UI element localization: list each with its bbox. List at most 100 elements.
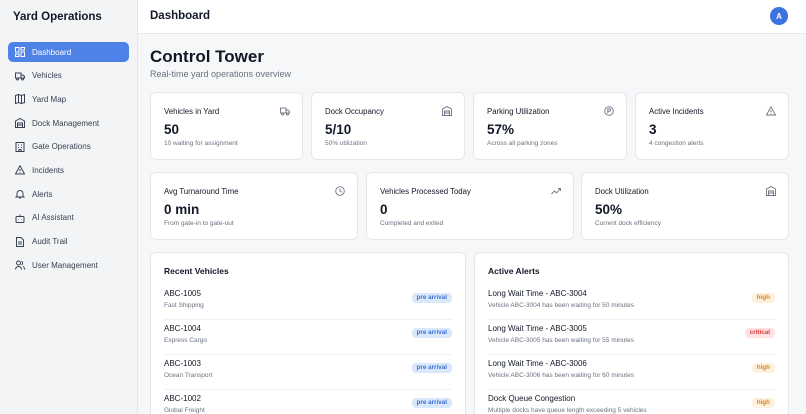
stat-value: 0 min: [164, 202, 200, 217]
truck-icon: [280, 107, 290, 116]
stat-value: 3: [649, 122, 657, 137]
recent-vehicles-list: ABC-1005 Fast Shipping pre arrival ABC-1…: [164, 285, 452, 414]
vehicle-id: ABC-1002: [164, 394, 201, 403]
status-badge: pre arrival: [411, 293, 452, 303]
alert-title: Long Wait Time - ABC-3004: [488, 289, 587, 298]
stat-card-avg-turnaround: Avg Turnaround Time 0 min From gate-in t…: [150, 172, 358, 240]
stat-label: Vehicles in Yard: [164, 107, 220, 116]
vehicle-company: Express Cargo: [164, 337, 207, 344]
sidebar-item-alerts[interactable]: Alerts: [8, 184, 129, 204]
severity-badge: high: [751, 293, 775, 303]
sidebar: Yard Operations Dashboard Vehicles Yard …: [0, 0, 138, 414]
stat-card-dock-utilization: Dock Utilization 50% Current dock effici…: [581, 172, 789, 240]
stat-desc: Across all parking zones: [487, 140, 558, 147]
stat-value: 50%: [595, 202, 623, 217]
sidebar-item-label: Dashboard: [32, 47, 72, 57]
list-item[interactable]: Long Wait Time - ABC-3005 Vehicle ABC-30…: [488, 320, 775, 355]
sidebar-item-gate-operations[interactable]: Gate Operations: [8, 137, 129, 157]
sidebar-item-dashboard[interactable]: Dashboard: [8, 42, 129, 62]
page-title: Control Tower: [150, 47, 264, 66]
stat-card-dock-occupancy: Dock Occupancy 5/10 50% utilization: [311, 92, 465, 160]
alert-title: Long Wait Time - ABC-3005: [488, 324, 587, 333]
sidebar-item-vehicles[interactable]: Vehicles: [8, 66, 129, 86]
sidebar-item-label: Yard Map: [32, 94, 67, 104]
sidebar-item-label: Gate Operations: [32, 142, 91, 152]
alert-desc: Vehicle ABC-3005 has been waiting for 55…: [488, 337, 634, 344]
panel-title: Recent Vehicles: [164, 266, 229, 276]
stat-desc: 10 waiting for assignment: [164, 140, 238, 147]
status-badge: pre arrival: [411, 328, 452, 338]
stat-desc: 50% utilization: [325, 140, 367, 147]
stat-label: Active Incidents: [649, 107, 704, 116]
clock-icon: [335, 186, 345, 196]
list-item[interactable]: ABC-1004 Express Cargo pre arrival: [164, 320, 452, 355]
stat-label: Avg Turnaround Time: [164, 187, 239, 196]
recent-vehicles-panel: Recent Vehicles ABC-1005 Fast Shipping p…: [150, 252, 466, 414]
stat-card-parking-utilization: Parking Utilization 57% Across all parki…: [473, 92, 627, 160]
alert-desc: Vehicle ABC-3004 has been waiting for 50…: [488, 302, 634, 309]
truck-icon: [15, 72, 25, 81]
warning-icon: [15, 165, 25, 175]
header-title: Dashboard: [150, 10, 211, 22]
sidebar-item-yard-map[interactable]: Yard Map: [8, 89, 129, 109]
stat-label: Dock Occupancy: [325, 107, 384, 116]
dashboard-icon: [15, 47, 25, 57]
gate-icon: [15, 141, 25, 152]
sidebar-item-label: AI Assistant: [32, 213, 74, 223]
vehicle-company: Global Freight: [164, 407, 205, 414]
stat-card-vehicles-in-yard: Vehicles in Yard 50 10 waiting for assig…: [150, 92, 303, 160]
alert-title: Long Wait Time - ABC-3006: [488, 359, 587, 368]
stat-desc: 4 congestion alerts: [649, 140, 704, 147]
vehicle-id: ABC-1003: [164, 359, 201, 368]
severity-badge: high: [751, 363, 775, 373]
stat-label: Vehicles Processed Today: [380, 187, 471, 196]
vehicle-id: ABC-1004: [164, 324, 201, 333]
map-icon: [15, 94, 25, 105]
warehouse-icon: [442, 106, 452, 116]
vehicle-company: Ocean Transport: [164, 372, 213, 379]
page-subtitle: Real-time yard operations overview: [150, 69, 292, 79]
avatar[interactable]: A: [770, 7, 788, 25]
alert-title: Dock Queue Congestion: [488, 394, 576, 403]
stat-card-active-incidents: Active Incidents 3 4 congestion alerts: [635, 92, 789, 160]
stat-desc: From gate-in to gate-out: [164, 220, 234, 227]
list-item[interactable]: ABC-1003 Ocean Transport pre arrival: [164, 355, 452, 390]
warehouse-icon: [766, 186, 776, 196]
sidebar-item-label: Alerts: [32, 189, 53, 199]
sidebar-item-user-management[interactable]: User Management: [8, 255, 129, 275]
document-icon: [16, 236, 24, 247]
sidebar-item-dock-management[interactable]: Dock Management: [8, 113, 129, 133]
topbar: Dashboard A: [138, 0, 806, 34]
stat-label: Dock Utilization: [595, 187, 649, 196]
parking-icon: [604, 106, 614, 116]
stat-value: 57%: [487, 122, 515, 137]
warehouse-icon: [15, 118, 25, 129]
severity-badge: high: [751, 398, 775, 408]
sidebar-item-ai-assistant[interactable]: AI Assistant: [8, 208, 129, 228]
sidebar-item-label: User Management: [32, 260, 98, 270]
active-alerts-list: Long Wait Time - ABC-3004 Vehicle ABC-30…: [488, 285, 775, 414]
robot-icon: [15, 214, 25, 223]
panel-title: Active Alerts: [488, 266, 540, 276]
vehicle-company: Fast Shipping: [164, 302, 204, 309]
warning-icon: [766, 106, 776, 116]
status-badge: pre arrival: [411, 398, 452, 408]
stat-desc: Current dock efficiency: [595, 220, 661, 227]
sidebar-nav: Dashboard Vehicles Yard Map Dock Managem…: [8, 42, 129, 279]
list-item[interactable]: Long Wait Time - ABC-3004 Vehicle ABC-30…: [488, 285, 775, 320]
severity-badge: critical: [744, 328, 775, 338]
list-item[interactable]: ABC-1005 Fast Shipping pre arrival: [164, 285, 452, 320]
active-alerts-panel: Active Alerts Long Wait Time - ABC-3004 …: [474, 252, 789, 414]
stat-value: 50: [164, 122, 180, 137]
sidebar-item-incidents[interactable]: Incidents: [8, 160, 129, 180]
app-title: Yard Operations: [13, 11, 102, 23]
list-item[interactable]: Dock Queue Congestion Multiple docks hav…: [488, 390, 775, 414]
list-item[interactable]: Long Wait Time - ABC-3006 Vehicle ABC-30…: [488, 355, 775, 390]
list-item[interactable]: ABC-1002 Global Freight pre arrival: [164, 390, 452, 414]
stat-card-vehicles-processed: Vehicles Processed Today 0 Completed and…: [366, 172, 574, 240]
sidebar-item-audit-trail[interactable]: Audit Trail: [8, 232, 129, 252]
stat-value: 5/10: [325, 122, 352, 137]
trending-up-icon: [551, 188, 561, 195]
bell-icon: [15, 190, 25, 199]
stat-label: Parking Utilization: [487, 107, 550, 116]
